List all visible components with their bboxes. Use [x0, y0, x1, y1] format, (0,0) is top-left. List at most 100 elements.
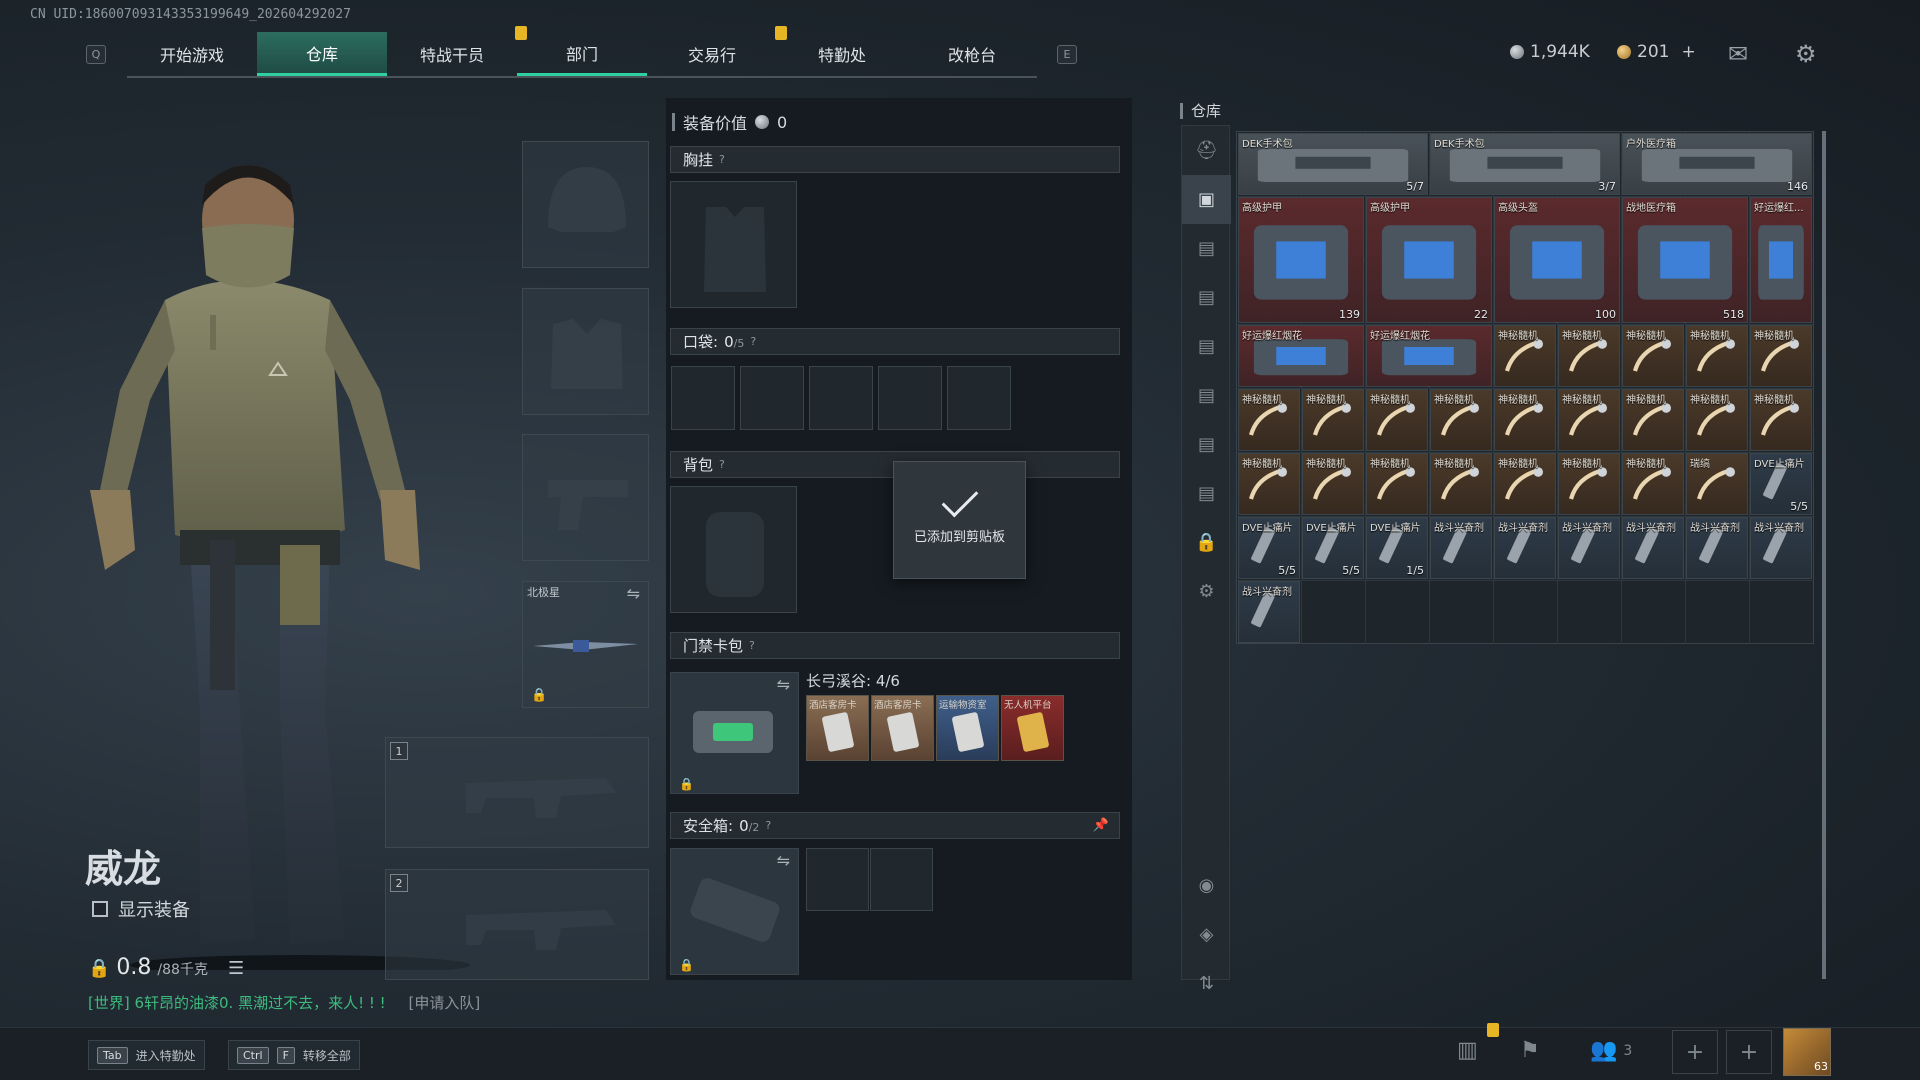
pocket-slot[interactable] — [947, 366, 1011, 430]
pistol-slot[interactable] — [522, 434, 649, 561]
help-icon[interactable]: ? — [719, 458, 725, 471]
category-iii-icon[interactable]: ▤ — [1182, 273, 1231, 322]
next-tab-key[interactable]: E — [1057, 45, 1077, 64]
inventory-item[interactable]: 战斗兴奋剂 — [1750, 517, 1812, 579]
category-layers-icon[interactable]: ◈ — [1182, 910, 1231, 959]
melee-slot[interactable]: 北极星 ⇋ 🔒 — [522, 581, 649, 708]
prev-tab-key[interactable]: Q — [86, 45, 106, 64]
inventory-item[interactable]: 神秘髓机 — [1430, 453, 1492, 515]
category-locked-icon[interactable]: 🔒 — [1182, 518, 1231, 567]
player-avatar[interactable]: 63 — [1783, 1028, 1831, 1076]
inventory-item[interactable]: DVE止痛片 5/5 — [1238, 517, 1300, 579]
inventory-scroll-thumb[interactable] — [1822, 131, 1826, 979]
flag-icon[interactable]: ⚑ — [1520, 1038, 1540, 1063]
inventory-item[interactable]: 户外医疗箱 146 — [1622, 133, 1812, 195]
help-icon[interactable]: ? — [719, 153, 725, 166]
inventory-item[interactable]: 神秘髓机 — [1750, 325, 1812, 387]
inventory-item[interactable]: 神秘髓机 — [1686, 325, 1748, 387]
swap-icon[interactable]: ⇋ — [777, 851, 790, 870]
inventory-item[interactable]: 战斗兴奋剂 — [1558, 517, 1620, 579]
category-settings-icon[interactable]: ⚙ — [1182, 567, 1231, 616]
inventory-item[interactable]: DEK手术包 3/7 — [1430, 133, 1620, 195]
inventory-item[interactable]: 高级护甲 22 — [1366, 197, 1492, 323]
inventory-item[interactable]: DVE止痛片 5/5 — [1750, 453, 1812, 515]
inventory-item[interactable]: 战斗兴奋剂 — [1622, 517, 1684, 579]
inventory-item[interactable]: 神秘髓机 — [1302, 389, 1364, 451]
help-icon[interactable]: ? — [749, 639, 755, 652]
add-currency-button[interactable]: + — [1681, 42, 1695, 62]
team-button[interactable]: 👥 3 — [1590, 1038, 1632, 1063]
inventory-item[interactable]: 神秘髓机 — [1366, 389, 1428, 451]
category-vi-icon[interactable]: ▤ — [1182, 420, 1231, 469]
inventory-grid[interactable]: DEK手术包 5/7 DEK手术包 3/7 户外医疗箱 146 高级护甲 139 高级护甲 22 高… — [1236, 131, 1814, 644]
primary-weapon-slot-2[interactable]: 2 — [385, 869, 649, 980]
category-iv-icon[interactable]: ▤ — [1182, 322, 1231, 371]
category-ii-icon[interactable]: ▤ — [1182, 224, 1231, 273]
inventory-item[interactable]: 神秘髓机 — [1558, 453, 1620, 515]
inventory-item[interactable]: 神秘髓机 — [1366, 453, 1428, 515]
inventory-item[interactable]: 高级头盔 100 — [1494, 197, 1620, 323]
helmet-slot[interactable] — [522, 141, 649, 268]
pocket-slot[interactable] — [809, 366, 873, 430]
swap-icon[interactable]: ⇋ — [777, 675, 790, 694]
inventory-item[interactable]: 神秘髓机 — [1558, 325, 1620, 387]
show-equipment-toggle[interactable]: 显示装备 — [92, 896, 190, 922]
help-icon[interactable]: ? — [765, 819, 771, 832]
inventory-item[interactable]: 神秘髓机 — [1622, 453, 1684, 515]
tab-trading[interactable]: 交易行 — [647, 32, 777, 76]
category-helmet-icon[interactable]: ⛑ — [1182, 126, 1231, 175]
inventory-item[interactable]: DVE止痛片 1/5 — [1366, 517, 1428, 579]
inventory-item[interactable]: 战斗兴奋剂 — [1494, 517, 1556, 579]
safebox-cell[interactable] — [806, 848, 869, 911]
inventory-item[interactable]: 神秘髓机 — [1238, 389, 1300, 451]
tab-gunsmith[interactable]: 改枪台 — [907, 32, 1037, 76]
list-icon[interactable]: ☰ — [228, 958, 244, 979]
category-operator-icon[interactable]: ◉ — [1182, 861, 1231, 910]
keycard-item[interactable]: 酒店客房卡 — [806, 695, 869, 761]
inventory-item[interactable]: 神秘髓机 — [1750, 389, 1812, 451]
inventory-item[interactable]: 神秘髓机 — [1494, 453, 1556, 515]
inventory-item[interactable]: 瑞缟 — [1686, 453, 1748, 515]
inventory-item[interactable]: 神秘髓机 — [1686, 389, 1748, 451]
inventory-scrollbar[interactable] — [1822, 131, 1826, 979]
category-v-icon[interactable]: ▤ — [1182, 371, 1231, 420]
chest-rig-slot[interactable] — [670, 181, 797, 308]
hint-enter-special-ops[interactable]: Tab 进入特勤处 — [88, 1040, 205, 1070]
tab-start-game[interactable]: 开始游戏 — [127, 32, 257, 76]
inventory-item[interactable]: 神秘髓机 — [1430, 389, 1492, 451]
category-all-icon[interactable]: ▣ — [1182, 175, 1231, 224]
inventory-item[interactable]: DEK手术包 5/7 — [1238, 133, 1428, 195]
inventory-item[interactable]: 神秘髓机 — [1302, 453, 1364, 515]
inventory-item[interactable]: 战斗兴奋剂 — [1430, 517, 1492, 579]
tab-operators[interactable]: 特战干员 — [387, 32, 517, 76]
inventory-item[interactable]: 战斗兴奋剂 — [1686, 517, 1748, 579]
pin-icon[interactable]: 📌 — [1093, 818, 1109, 833]
inventory-item[interactable]: 神秘髓机 — [1622, 325, 1684, 387]
tab-department[interactable]: 部门 — [515, 26, 647, 76]
inventory-item[interactable]: 神秘髓机 — [1558, 389, 1620, 451]
armor-slot[interactable] — [522, 288, 649, 415]
inventory-item[interactable]: DVE止痛片 5/5 — [1302, 517, 1364, 579]
keycard-item[interactable]: 运输物资室 — [936, 695, 999, 761]
keycard-item[interactable]: 无人机平台 — [1001, 695, 1064, 761]
add-teammate-button[interactable]: + — [1672, 1030, 1718, 1074]
inventory-item[interactable]: 神秘髓机 — [1238, 453, 1300, 515]
inventory-item[interactable]: 战地医疗箱 518 — [1622, 197, 1748, 323]
stats-icon[interactable]: ▥ — [1457, 1038, 1478, 1063]
inventory-item[interactable]: 神秘髓机 — [1494, 325, 1556, 387]
apply-team-link[interactable]: [申请入队] — [408, 994, 480, 1012]
inventory-item[interactable]: 神秘髓机 — [1494, 389, 1556, 451]
hint-transfer-all[interactable]: Ctrl F 转移全部 — [228, 1040, 360, 1070]
inventory-item[interactable]: 好运爆红... — [1750, 197, 1812, 323]
inventory-item[interactable]: 好运爆红烟花 — [1238, 325, 1364, 387]
swap-icon[interactable]: ⇋ — [627, 584, 640, 603]
settings-gear-icon[interactable]: ⚙ — [1795, 40, 1817, 68]
pocket-slot[interactable] — [740, 366, 804, 430]
inventory-item[interactable]: 神秘髓机 — [1622, 389, 1684, 451]
help-icon[interactable]: ? — [750, 335, 756, 348]
safebox-cell[interactable] — [870, 848, 933, 911]
backpack-slot[interactable] — [670, 486, 797, 613]
category-sort-icon[interactable]: ⇅ — [1182, 959, 1231, 1008]
inventory-item[interactable]: 高级护甲 139 — [1238, 197, 1364, 323]
inventory-item[interactable]: 战斗兴奋剂 — [1238, 581, 1300, 643]
